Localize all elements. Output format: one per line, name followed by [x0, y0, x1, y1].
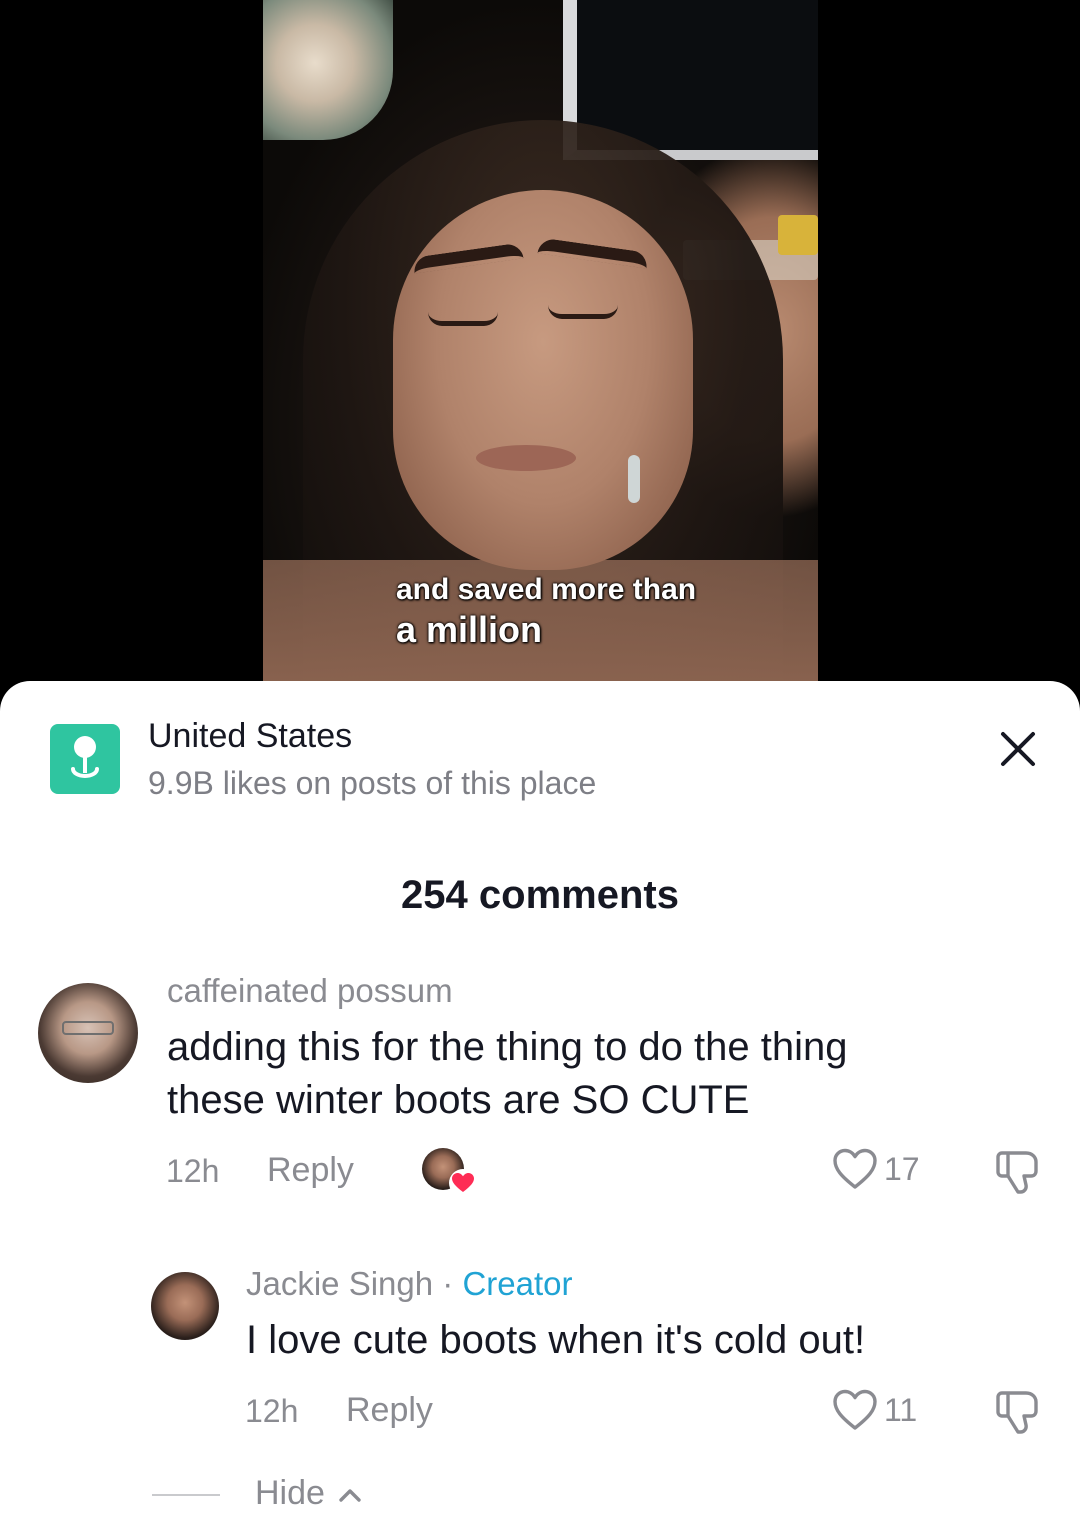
reply-username-line: Jackie Singh · Creator — [246, 1265, 572, 1303]
location-pin-svg — [71, 736, 99, 778]
video-player[interactable]: and saved more than a million — [0, 0, 1080, 700]
like-count: 17 — [884, 1150, 920, 1187]
thumbs-down-icon — [996, 1391, 1038, 1434]
caption-line-1: and saved more than — [396, 573, 697, 606]
caption-line-2: a million — [396, 609, 543, 650]
username-separator: · — [433, 1265, 463, 1302]
place-name[interactable]: United States — [148, 717, 352, 756]
creator-heart-badge — [449, 1169, 477, 1197]
close-icon — [1001, 732, 1035, 766]
location-pin-icon[interactable] — [50, 724, 120, 794]
creator-badge: Creator — [462, 1265, 573, 1302]
like-button[interactable]: 17 — [832, 1148, 920, 1190]
like-count: 11 — [884, 1391, 918, 1428]
place-likes-subtitle: 9.9B likes on posts of this place — [148, 765, 597, 801]
reply-button[interactable]: Reply — [267, 1151, 354, 1190]
avatar-glasses — [62, 1021, 114, 1035]
reply-timestamp: 12h — [245, 1393, 299, 1429]
dislike-button[interactable] — [992, 1387, 1044, 1437]
comment-username[interactable]: caffeinated possum — [167, 972, 453, 1010]
comments-sheet: United States 9.9B likes on posts of thi… — [0, 681, 1080, 1519]
avatar[interactable] — [151, 1272, 219, 1340]
like-button[interactable]: 11 — [832, 1389, 917, 1431]
background-pot — [778, 215, 818, 255]
comment-text-line-2: these winter boots are SO CUTE — [167, 1078, 750, 1122]
person-eye-right — [548, 305, 618, 319]
reply-button[interactable]: Reply — [346, 1391, 433, 1430]
comment-text-line-1: adding this for the thing to do the thin… — [167, 1025, 848, 1069]
chevron-up-icon — [339, 1488, 361, 1502]
replies-divider — [152, 1494, 220, 1496]
video-caption: and saved more than a million — [396, 572, 696, 651]
hide-replies-button[interactable]: Hide — [255, 1474, 367, 1513]
heart-icon — [833, 1148, 877, 1189]
reply-username[interactable]: Jackie Singh — [246, 1265, 433, 1302]
comment-timestamp: 12h — [166, 1153, 220, 1189]
close-button[interactable] — [993, 724, 1043, 774]
heart-filled-icon — [452, 1173, 474, 1192]
avatar[interactable] — [38, 983, 138, 1083]
thumbs-down-icon — [996, 1151, 1038, 1194]
reply-text: I love cute boots when it's cold out! — [246, 1318, 866, 1362]
background-flower — [263, 0, 393, 140]
comments-count-title: 254 comments — [401, 873, 679, 917]
dislike-button[interactable] — [992, 1147, 1044, 1197]
person-eye-left — [428, 312, 498, 326]
person-lips — [476, 445, 576, 471]
person-earring — [628, 455, 640, 503]
heart-icon — [833, 1389, 877, 1430]
hide-label: Hide — [255, 1474, 325, 1512]
